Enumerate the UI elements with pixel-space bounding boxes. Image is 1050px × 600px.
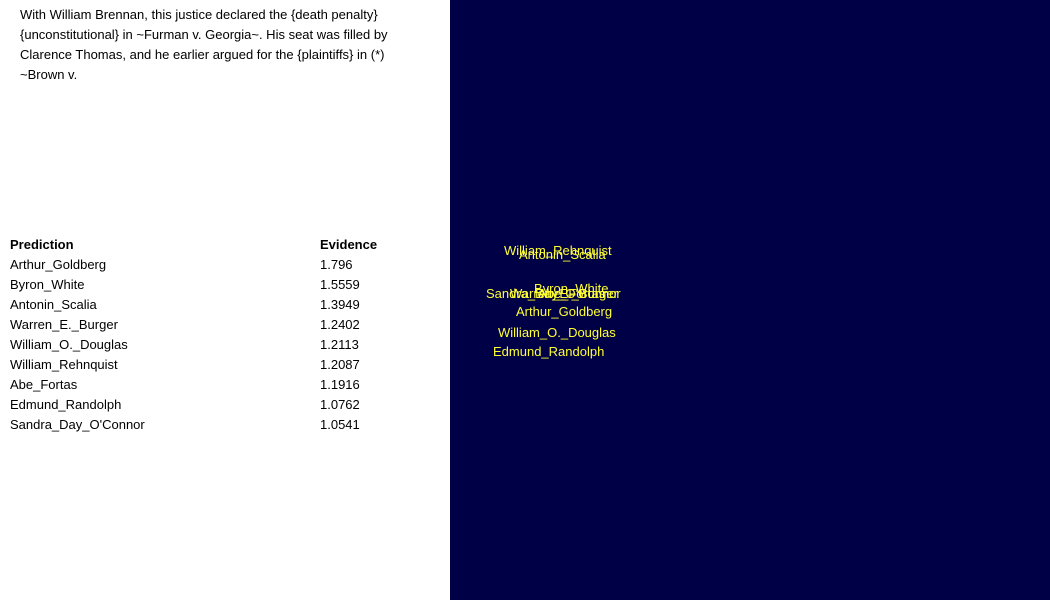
prediction-name: William_O._Douglas — [10, 337, 128, 352]
prediction-name: Sandra_Day_O'Connor — [10, 417, 145, 432]
table-row: Byron_White 1.5559 — [10, 275, 430, 295]
evidence-value: 1.2402 — [320, 317, 360, 332]
prediction-name: Byron_White — [10, 277, 85, 292]
evidence-value: 1.2087 — [320, 357, 360, 372]
prediction-table-header: Prediction Evidence — [10, 235, 430, 255]
evidence-column-header: Evidence — [320, 237, 378, 252]
table-row: Arthur_Goldberg 1.796 — [10, 255, 430, 275]
cloud-label-douglas: William_O._Douglas — [498, 325, 616, 340]
evidence-value: 1.1916 — [320, 377, 360, 392]
table-row: Sandra_Day_O'Connor 1.0541 — [10, 415, 430, 435]
table-row: William_O._Douglas 1.2113 — [10, 335, 430, 355]
left-panel: With William Brennan, this justice decla… — [0, 0, 450, 600]
evidence-value: 1.5559 — [320, 277, 360, 292]
prediction-cloud-panel: William_Rehnquist Antonin_Scalia Byron_W… — [450, 0, 1050, 600]
prediction-name: Arthur_Goldberg — [10, 257, 107, 272]
cloud-label-fortas: Abe_Fortas — [538, 286, 606, 301]
evidence-value: 1.0762 — [320, 397, 360, 412]
table-row: Warren_E._Burger 1.2402 — [10, 315, 430, 335]
evidence-value: 1.2113 — [320, 337, 359, 352]
prediction-name: Abe_Fortas — [10, 377, 78, 392]
prediction-name: Edmund_Randolph — [10, 397, 122, 412]
evidence-value: 1.0541 — [320, 417, 360, 432]
prediction-name: Antonin_Scalia — [10, 297, 97, 312]
evidence-value: 1.3949 — [320, 297, 360, 312]
app-root: With William Brennan, this justice decla… — [0, 0, 1050, 600]
table-row: William_Rehnquist 1.2087 — [10, 355, 430, 375]
prediction-column-header: Prediction — [10, 237, 74, 252]
cloud-label-scalia: Antonin_Scalia — [519, 247, 606, 262]
question-text: With William Brennan, this justice decla… — [20, 7, 388, 82]
table-row: Abe_Fortas 1.1916 — [10, 375, 430, 395]
cloud-label-randolph: Edmund_Randolph — [493, 344, 605, 359]
table-row: Edmund_Randolph 1.0762 — [10, 395, 430, 415]
prediction-name: William_Rehnquist — [10, 357, 118, 372]
prediction-name: Warren_E._Burger — [10, 317, 118, 332]
table-row: Antonin_Scalia 1.3949 — [10, 295, 430, 315]
evidence-value: 1.796 — [320, 257, 353, 272]
cloud-label-goldberg: Arthur_Goldberg — [516, 304, 613, 319]
prediction-table: Prediction Evidence Arthur_Goldberg 1.79… — [10, 235, 430, 435]
